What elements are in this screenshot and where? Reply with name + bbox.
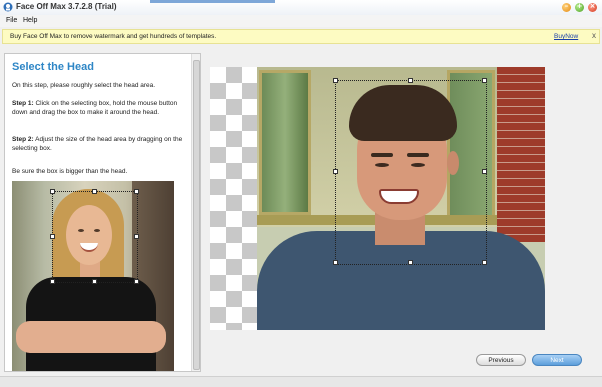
sample-handle	[50, 279, 55, 284]
step1-label: Step 1:	[12, 100, 34, 107]
step1-text: Step 1: Click on the selecting box, hold…	[12, 100, 187, 117]
editor-canvas[interactable]	[210, 67, 545, 330]
resize-handle[interactable]	[333, 78, 338, 83]
step2-text: Step 2: Adjust the size of the head area…	[12, 136, 187, 153]
maximize-icon: +	[576, 2, 583, 10]
instructions-panel: Select the Head On this step, please rou…	[4, 53, 201, 372]
sample-handle	[92, 279, 97, 284]
status-bar	[0, 376, 602, 387]
photo-brick-wall	[497, 67, 545, 242]
panel-heading: Select the Head	[12, 61, 94, 73]
banner-close-icon[interactable]: x	[592, 31, 596, 40]
sample-photo	[12, 181, 174, 371]
banner-message: Buy Face Off Max to remove watermark and…	[10, 33, 217, 40]
resize-handle[interactable]	[408, 260, 413, 265]
resize-handle[interactable]	[482, 260, 487, 265]
sample-handle	[134, 189, 139, 194]
head-selection-box[interactable]	[333, 78, 487, 265]
panel-scrollbar[interactable]	[191, 54, 200, 371]
minimize-button[interactable]: –	[562, 2, 571, 12]
note-text: Be sure the box is bigger than the head.	[12, 168, 128, 175]
step1-body: Click on the selecting box, hold the mou…	[12, 100, 178, 116]
sample-arms	[16, 321, 166, 353]
sample-handle	[92, 189, 97, 194]
sample-handle	[134, 234, 139, 239]
maximize-button[interactable]: +	[575, 2, 584, 12]
intro-text: On this step, please roughly select the …	[12, 82, 156, 89]
resize-handle[interactable]	[333, 260, 338, 265]
menu-help[interactable]: Help	[23, 17, 37, 24]
step2-label: Step 2:	[12, 136, 34, 143]
close-button[interactable]: ×	[588, 2, 597, 12]
step2-body: Adjust the size of the head area by drag…	[12, 136, 183, 152]
resize-handle[interactable]	[482, 169, 487, 174]
photo-window	[259, 70, 311, 215]
sample-selection-box	[50, 189, 139, 284]
resize-handle[interactable]	[333, 169, 338, 174]
close-icon: ×	[589, 2, 596, 10]
menu-file[interactable]: File	[6, 17, 17, 24]
app-icon	[3, 2, 13, 12]
previous-button[interactable]: Previous	[476, 354, 526, 366]
next-button[interactable]: Next	[532, 354, 582, 366]
sample-handle	[50, 189, 55, 194]
menu-bar: File Help	[0, 15, 602, 27]
scrollbar-thumb[interactable]	[193, 60, 200, 370]
sample-handle	[50, 234, 55, 239]
sample-handle	[134, 279, 139, 284]
minimize-icon: –	[564, 2, 569, 10]
resize-handle[interactable]	[408, 78, 413, 83]
window-title: Face Off Max 3.7.2.8 (Trial)	[16, 2, 117, 11]
title-bar: Face Off Max 3.7.2.8 (Trial) – + ×	[0, 0, 602, 16]
promo-banner: Buy Face Off Max to remove watermark and…	[2, 29, 600, 44]
buy-now-link[interactable]: BuyNow	[554, 33, 578, 40]
title-accent	[150, 0, 275, 3]
resize-handle[interactable]	[482, 78, 487, 83]
